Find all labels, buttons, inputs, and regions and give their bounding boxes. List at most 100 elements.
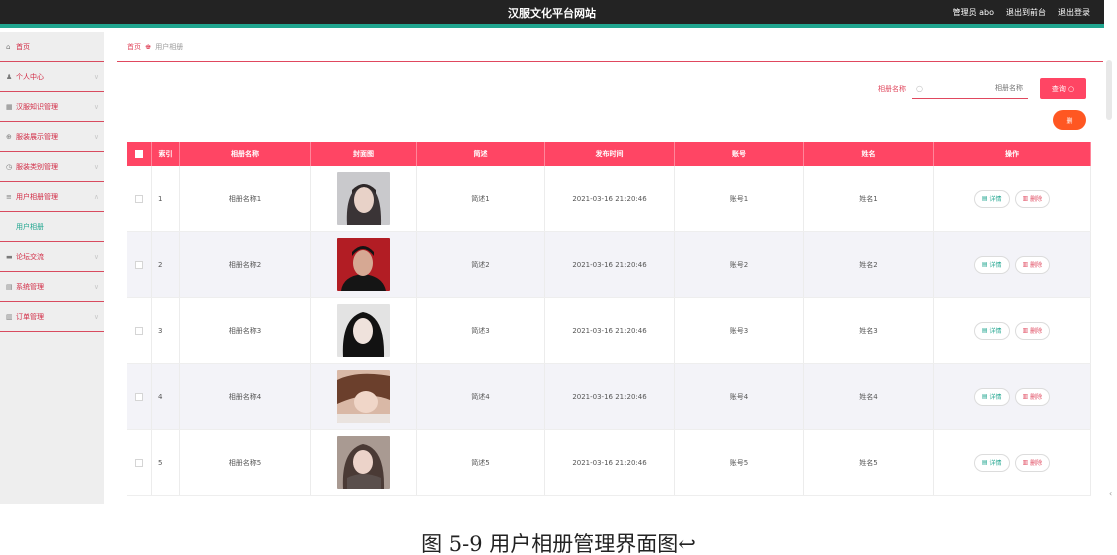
detail-label: 详情: [989, 328, 1002, 335]
cell-cover: [311, 166, 417, 231]
app-root: 汉服文化平台网站 管理员 abo 退出到前台 退出登录 ⌂ 首页 ♟ 个人中心 …: [0, 0, 1117, 555]
cell-actions: ▤ 详情 ▥ 删除: [934, 364, 1091, 429]
delete-label: 删除: [1030, 196, 1043, 203]
detail-button[interactable]: ▤ 详情: [973, 321, 1010, 340]
sidebar-item-home[interactable]: ⌂ 首页: [0, 32, 104, 62]
cover-image[interactable]: [337, 172, 390, 225]
cell-cover: [311, 298, 417, 363]
home-icon: ⌂: [6, 42, 11, 51]
scroll-arrow-icon[interactable]: ‹: [1109, 489, 1112, 498]
select-all-checkbox[interactable]: [135, 150, 143, 158]
cell-publish-time: 2021-03-16 21:20:46: [545, 232, 675, 297]
cell-cover: [311, 430, 417, 495]
cell-actions: ▤ 详情 ▥ 删除: [934, 430, 1091, 495]
grid-icon: ▦: [6, 102, 13, 111]
cell-publish-time: 2021-03-16 21:20:46: [545, 166, 675, 231]
column-header: 账号: [675, 142, 804, 166]
cell-description: 简述4: [417, 364, 545, 429]
cell-actions: ▤ 详情 ▥ 删除: [934, 232, 1091, 297]
delete-label: 删除: [1030, 328, 1043, 335]
delete-button[interactable]: ▥ 删除: [1014, 453, 1051, 472]
breadcrumb-separator-icon: ♚: [145, 42, 152, 51]
scrollbar-thumb[interactable]: [1106, 60, 1112, 120]
search-box: ○: [912, 79, 1028, 99]
column-header: 相册名称: [180, 142, 311, 166]
cell-album-name: 相册名称4: [180, 364, 311, 429]
cell-description: 简述2: [417, 232, 545, 297]
cell-index: 5: [152, 430, 180, 495]
cell-account: 账号5: [675, 430, 804, 495]
cell-publish-time: 2021-03-16 21:20:46: [545, 298, 675, 363]
detail-label: 详情: [989, 196, 1002, 203]
delete-button[interactable]: ▥ 删除: [1014, 321, 1051, 340]
cell-index: 3: [152, 298, 180, 363]
row-checkbox[interactable]: [135, 194, 143, 203]
detail-button[interactable]: ▤ 详情: [973, 453, 1010, 472]
row-checkbox[interactable]: [135, 326, 143, 335]
user-icon: ♟: [6, 72, 13, 81]
sidebar-item-label: 订单管理: [16, 312, 44, 321]
document-icon: ▤: [981, 393, 988, 400]
row-actions: ▤ 详情 ▥ 删除: [973, 387, 1051, 406]
top-bar: 汉服文化平台网站 管理员 abo 退出到前台 退出登录: [0, 0, 1104, 28]
figure-caption: 图 5-9 用户相册管理界面图↩: [421, 532, 696, 555]
row-checkbox[interactable]: [135, 458, 143, 467]
delete-button[interactable]: ▥ 删除: [1014, 387, 1051, 406]
sidebar-subitem-user-album[interactable]: 用户相册: [0, 212, 104, 242]
search-input[interactable]: [922, 84, 1023, 92]
cell-actions: ▤ 详情 ▥ 删除: [934, 298, 1091, 363]
sidebar-item-hanfu-knowledge[interactable]: ▦ 汉服知识管理 ∨: [0, 92, 104, 122]
back-to-front-link[interactable]: 退出到前台: [1006, 7, 1046, 18]
sidebar-item-clothing-category[interactable]: ◷ 服装类别管理 ∨: [0, 152, 104, 182]
cell-real-name: 姓名4: [804, 364, 934, 429]
table-row: 4 相册名称4 简述4 2021-03-16 21:20:46 账号4 姓名4: [127, 364, 1091, 430]
breadcrumb-home[interactable]: 首页: [127, 42, 141, 52]
logout-link[interactable]: 退出登录: [1058, 7, 1090, 18]
sidebar-item-forum[interactable]: ▬ 论坛交流 ∨: [0, 242, 104, 272]
batch-delete-button[interactable]: 删: [1053, 110, 1086, 130]
cell-description: 简述3: [417, 298, 545, 363]
table-header: 索引 相册名称 封面图 简述 发布时间 账号 姓名 操作: [127, 142, 1091, 166]
cell-real-name: 姓名5: [804, 430, 934, 495]
cell-description: 简述5: [417, 430, 545, 495]
cover-image[interactable]: [337, 370, 390, 423]
cell-index: 2: [152, 232, 180, 297]
cell-album-name: 相册名称2: [180, 232, 311, 297]
detail-button[interactable]: ▤ 详情: [973, 387, 1010, 406]
column-header: 发布时间: [545, 142, 675, 166]
sidebar-item-clothing-display[interactable]: ⊕ 服装展示管理 ∨: [0, 122, 104, 152]
chevron-down-icon: ∨: [93, 162, 99, 171]
row-actions: ▤ 详情 ▥ 删除: [973, 189, 1051, 208]
cell-description: 简述1: [417, 166, 545, 231]
sidebar-item-album-management[interactable]: ≡ 用户相册管理 ∧: [0, 182, 104, 212]
sidebar-item-orders[interactable]: ▥ 订单管理 ∨: [0, 302, 104, 332]
sidebar-item-profile[interactable]: ♟ 个人中心 ∨: [0, 62, 104, 92]
clock-icon: ◷: [6, 162, 13, 171]
chat-icon: ▬: [6, 252, 13, 261]
detail-button[interactable]: ▤ 详情: [973, 189, 1010, 208]
row-checkbox-cell: [127, 430, 152, 495]
sidebar-item-system[interactable]: ▤ 系统管理 ∨: [0, 272, 104, 302]
cell-account: 账号2: [675, 232, 804, 297]
trash-icon: ▥: [1022, 261, 1029, 268]
delete-button[interactable]: ▥ 删除: [1014, 189, 1051, 208]
search-button[interactable]: 查询 ○: [1040, 78, 1086, 99]
system-icon: ▤: [6, 282, 13, 291]
cell-album-name: 相册名称5: [180, 430, 311, 495]
detail-button[interactable]: ▤ 详情: [973, 255, 1010, 274]
cover-image[interactable]: [337, 304, 390, 357]
document-icon: ▤: [981, 261, 988, 268]
top-right-links: 管理员 abo 退出到前台 退出登录: [953, 7, 1090, 18]
cover-image[interactable]: [337, 436, 390, 489]
detail-label: 详情: [989, 460, 1002, 467]
chevron-down-icon: ∨: [93, 282, 99, 291]
sidebar-item-label: 服装展示管理: [16, 132, 58, 141]
table-row: 5 相册名称5 简述5 2021-03-16 21:20:46 账号5 姓名5: [127, 430, 1091, 496]
delete-button[interactable]: ▥ 删除: [1014, 255, 1051, 274]
row-actions: ▤ 详情 ▥ 删除: [973, 453, 1051, 472]
row-checkbox[interactable]: [135, 260, 143, 269]
sidebar-item-label: 论坛交流: [16, 252, 44, 261]
row-checkbox[interactable]: [135, 392, 143, 401]
delete-label: 删除: [1030, 460, 1043, 467]
cover-image[interactable]: [337, 238, 390, 291]
